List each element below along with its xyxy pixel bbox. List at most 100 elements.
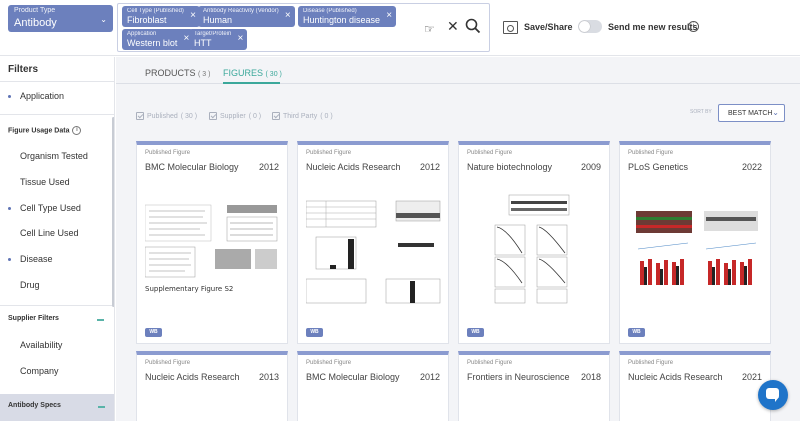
sidebar-item-drug[interactable]: Drug [20, 280, 40, 290]
chip-label: Antibody Reactivity (Vendor) [203, 8, 279, 14]
save-share-button[interactable]: Save/Share [503, 19, 573, 35]
checkbox-label: Supplier [220, 112, 246, 120]
sidebar-section-antibody-specs[interactable]: Antibody Specs [0, 394, 114, 421]
figure-thumbnail[interactable]: Supplementary Figure S2 [145, 187, 281, 304]
wb-badge: WB [145, 328, 162, 337]
card-kind: Published Figure [145, 150, 191, 156]
figure-thumbnail[interactable] [306, 187, 442, 304]
figure-card[interactable]: Published Figure PLoS Genetics 2022 WB [619, 141, 771, 344]
card-year: 2021 [741, 372, 762, 382]
card-year: 2012 [419, 372, 440, 382]
sidebar-item-availability[interactable]: Availability [20, 340, 62, 350]
chevron-down-icon: ⌄ [772, 108, 779, 117]
close-icon[interactable]: × [190, 11, 196, 21]
chip-label: Application [127, 31, 157, 37]
collapse-icon[interactable] [97, 319, 104, 321]
info-icon[interactable]: i [688, 21, 699, 32]
card-kind: Published Figure [306, 150, 352, 156]
filter-chip-application[interactable]: Application Western blot × [122, 29, 194, 50]
sort-by-label: SORT BY [690, 109, 712, 115]
chevron-down-icon: ⌄ [100, 15, 107, 24]
product-type-value: Antibody [14, 17, 57, 29]
chip-value: Human [203, 15, 233, 25]
filter-chip-disease[interactable]: Disease (Published) Huntington disease × [298, 6, 397, 27]
sidebar-item-cell-line-used[interactable]: Cell Line Used [20, 228, 79, 238]
filter-chip-target[interactable]: Target/Protein HTT × [189, 29, 248, 50]
tab-figures[interactable]: FIGURES ( 30 ) [223, 68, 282, 78]
sidebar-section-supplier: Supplier Filters [8, 315, 59, 322]
sidebar-item-organism-tested[interactable]: Organism Tested [20, 151, 88, 161]
sidebar-scrollbar[interactable] [112, 117, 114, 307]
checkbox-count: ( 30 ) [180, 112, 198, 120]
card-kind: Published Figure [467, 150, 513, 156]
checkbox-count: ( 0 ) [248, 112, 262, 120]
card-journal: PLoS Genetics [628, 162, 689, 172]
card-journal: Frontiers in Neuroscience [467, 372, 570, 382]
card-year: 2022 [741, 162, 762, 172]
supplier-filter-checkbox[interactable]: Supplier ( 0 ) [209, 112, 261, 120]
card-kind: Published Figure [467, 360, 513, 366]
bullet-icon [8, 258, 11, 261]
collapse-icon[interactable] [98, 406, 105, 408]
chip-label: Cell Type (Published) [127, 8, 184, 14]
card-year: 2018 [580, 372, 601, 382]
search-icon[interactable] [465, 18, 481, 34]
wb-badge: WB [467, 328, 484, 337]
figure-card[interactable]: Published Figure Nucleic Acids Research … [297, 141, 449, 344]
info-icon[interactable]: i [72, 126, 82, 135]
sidebar-item-application[interactable]: Application [20, 91, 64, 101]
close-icon[interactable]: × [285, 11, 291, 21]
sidebar-item-cell-type-used[interactable]: Cell Type Used [20, 203, 81, 213]
send-results-toggle[interactable] [578, 20, 602, 33]
checkbox-icon [209, 112, 217, 120]
product-type-label: Product Type [14, 7, 56, 14]
sidebar-item-company[interactable]: Company [20, 366, 59, 376]
filter-chip-cell-type[interactable]: Cell Type (Published) Fibroblast × [122, 6, 200, 27]
card-journal: BMC Molecular Biology [145, 162, 239, 172]
filter-chip-antibody-reactivity[interactable]: Antibody Reactivity (Vendor) Human × [198, 6, 295, 27]
chip-label: Disease (Published) [303, 8, 357, 14]
card-year: 2012 [419, 162, 440, 172]
wb-badge: WB [306, 328, 323, 337]
card-kind: Published Figure [306, 360, 352, 366]
product-type-select[interactable]: Product Type Antibody ⌄ [8, 5, 113, 32]
chip-value: Fibroblast [127, 15, 167, 25]
result-tabs: PRODUCTS ( 3 ) FIGURES ( 30 ) [116, 57, 800, 84]
sort-select[interactable]: BEST MATCH ⌄ [718, 104, 785, 122]
chip-value: Huntington disease [303, 15, 381, 25]
sidebar-title: Filters [8, 64, 39, 75]
divider [0, 81, 114, 82]
card-kind: Published Figure [628, 150, 674, 156]
figure-card[interactable]: Published Figure Nature biotechnology 20… [458, 141, 610, 344]
figure-thumbnail[interactable] [628, 187, 764, 304]
third-party-filter-checkbox[interactable]: Third Party ( 0 ) [272, 112, 333, 120]
figure-card[interactable]: Published Figure Nucleic Acids Research … [136, 351, 288, 421]
tab-count: ( 30 ) [265, 71, 282, 78]
card-journal: Nucleic Acids Research [628, 372, 723, 382]
figure-card[interactable]: Published Figure Nucleic Acids Research … [619, 351, 771, 421]
save-icon [503, 20, 518, 34]
sidebar-section-figure-usage: Figure Usage Data i [8, 126, 82, 135]
tab-count: ( 3 ) [198, 71, 211, 78]
sidebar-item-disease[interactable]: Disease [20, 254, 53, 264]
close-icon[interactable]: × [386, 11, 392, 21]
clear-search-icon[interactable]: ✕ [447, 18, 459, 35]
divider [0, 114, 114, 115]
tab-label: PRODUCTS [145, 68, 196, 78]
figure-card[interactable]: Published Figure BMC Molecular Biology 2… [136, 141, 288, 344]
sidebar-item-tissue-used[interactable]: Tissue Used [20, 177, 70, 187]
close-icon[interactable]: × [238, 34, 244, 44]
published-filter-checkbox[interactable]: Published ( 30 ) [136, 112, 197, 120]
checkbox-icon [136, 112, 144, 120]
tab-label: FIGURES [223, 68, 264, 78]
card-kind: Published Figure [628, 360, 674, 366]
checkbox-label: Third Party [283, 112, 318, 120]
sort-value: BEST MATCH [728, 110, 773, 117]
card-journal: Nucleic Acids Research [306, 162, 401, 172]
figure-card[interactable]: Published Figure Frontiers in Neuroscien… [458, 351, 610, 421]
chat-icon[interactable] [758, 380, 788, 410]
tab-products[interactable]: PRODUCTS ( 3 ) [145, 68, 210, 78]
figure-card[interactable]: Published Figure BMC Molecular Biology 2… [297, 351, 449, 421]
chip-value: Western blot [127, 38, 178, 48]
figure-thumbnail[interactable] [467, 187, 603, 304]
